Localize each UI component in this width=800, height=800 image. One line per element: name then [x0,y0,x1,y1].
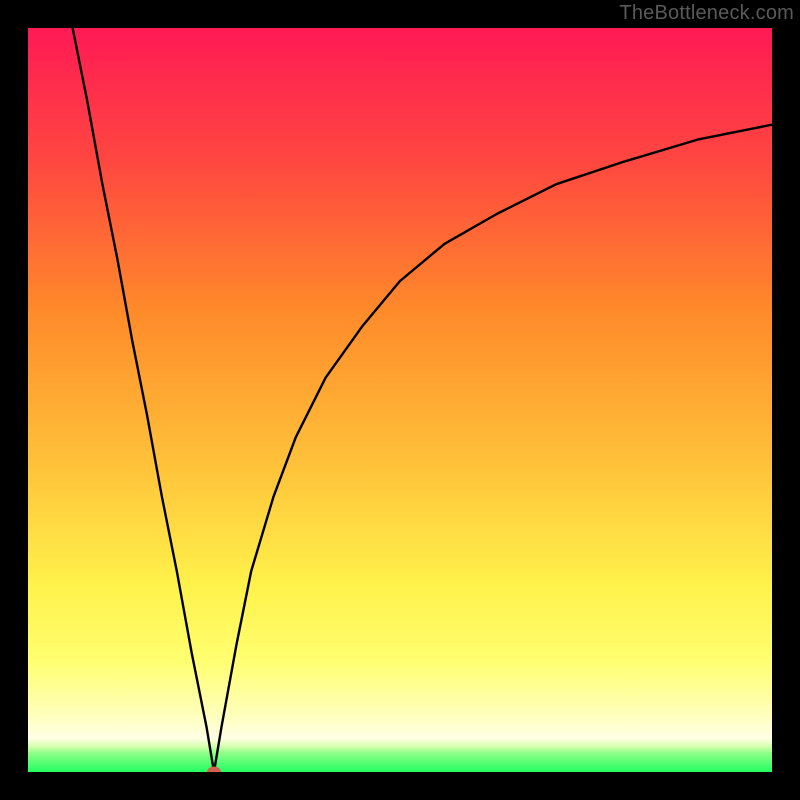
watermark-text: TheBottleneck.com [619,2,794,25]
curve-layer [28,28,772,772]
plot-area [28,28,772,772]
optimal-point-marker [207,767,221,773]
bottleneck-curve [73,28,772,772]
chart-frame: TheBottleneck.com [0,0,800,800]
